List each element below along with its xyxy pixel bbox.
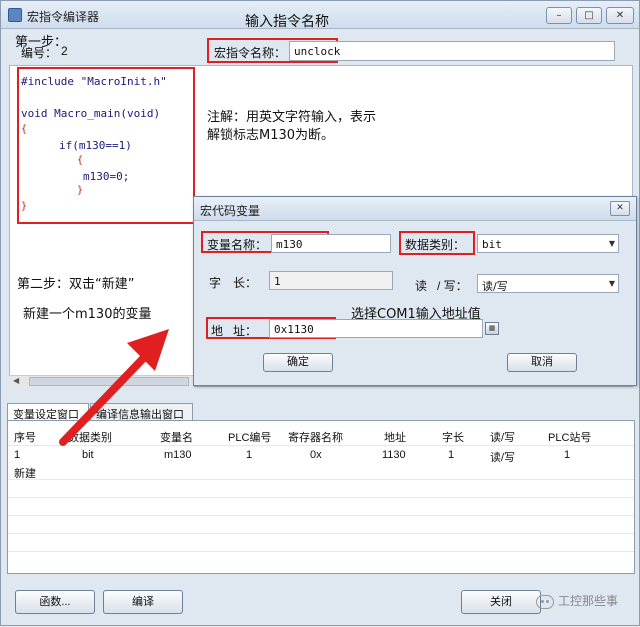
macro-compiler-window: 宏指令编译器 – □ ✕ 输入指令名称 第一步： 编号： 2 宏指令名称： un… bbox=[0, 0, 640, 626]
red-arrow-annotation bbox=[59, 329, 169, 446]
